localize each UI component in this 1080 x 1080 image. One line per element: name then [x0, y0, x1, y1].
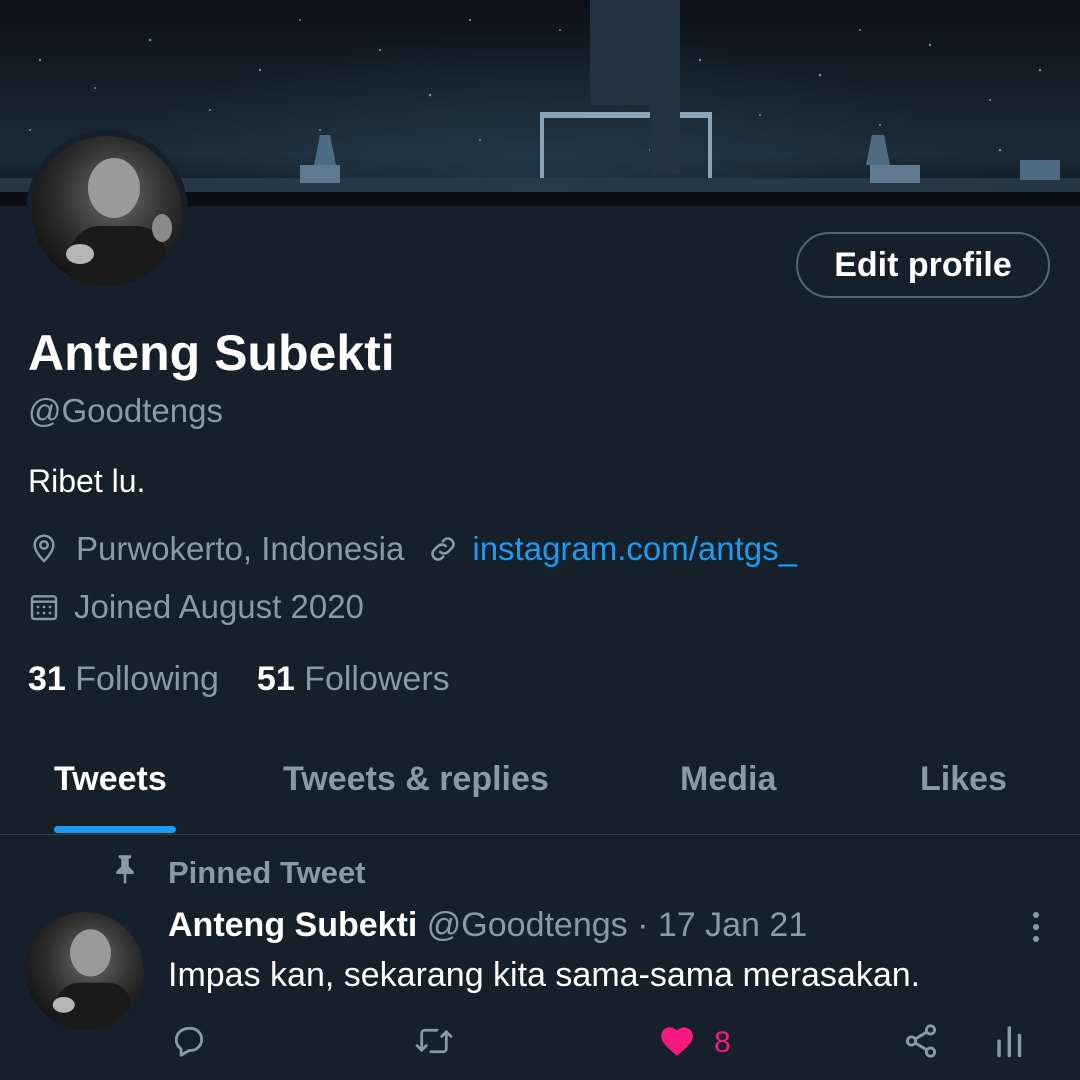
more-icon[interactable]: [1022, 910, 1050, 944]
share-icon: [902, 1022, 940, 1065]
location-icon: [28, 533, 60, 565]
following-link[interactable]: 31 Following: [28, 660, 219, 699]
profile-bio: Ribet lu.: [28, 463, 146, 499]
pinned-tweet-label-row: Pinned Tweet: [110, 852, 366, 894]
link-icon: [426, 532, 460, 566]
tweet-text: Impas kan, sekarang kita sama-sama meras…: [168, 956, 921, 994]
profile-tabs: Tweets Tweets & replies Media Likes: [0, 742, 1080, 835]
followers-label: Followers: [304, 660, 450, 698]
edit-profile-button[interactable]: Edit profile: [796, 232, 1050, 298]
analytics-button[interactable]: [994, 1022, 1024, 1065]
analytics-icon: [994, 1022, 1024, 1065]
profile-handle: @Goodtengs: [28, 392, 223, 429]
reply-button[interactable]: [170, 1022, 208, 1065]
tab-tweets-replies[interactable]: Tweets & replies: [283, 760, 549, 799]
followers-link[interactable]: 51 Followers: [257, 660, 450, 699]
profile-location: Purwokerto, Indonesia: [76, 530, 405, 567]
profile-joined-row: Joined August 2020: [28, 588, 364, 626]
followers-count: 51: [256, 660, 295, 698]
retweet-button[interactable]: [414, 1022, 454, 1065]
like-count: 8: [714, 1025, 731, 1059]
pinned-tweet-label: Pinned Tweet: [168, 855, 366, 890]
profile-stats: 31 Following 51 Followers: [28, 660, 450, 699]
profile-avatar[interactable]: [26, 130, 188, 292]
heart-icon: [658, 1022, 696, 1063]
following-count: 31: [28, 660, 66, 698]
tweet-handle-date[interactable]: @Goodtengs · 17 Jan 21: [427, 906, 807, 944]
calendar-icon: [28, 591, 60, 623]
like-button[interactable]: 8: [658, 1022, 731, 1063]
retweet-icon: [414, 1022, 454, 1065]
profile-meta-row: Purwokerto, Indonesia instagram.com/antg…: [28, 530, 797, 568]
tweet-author-name[interactable]: Anteng Subekti: [168, 906, 417, 944]
tab-tweets[interactable]: Tweets: [54, 760, 167, 799]
following-label: Following: [75, 660, 219, 698]
tab-media[interactable]: Media: [680, 760, 776, 799]
share-button[interactable]: [902, 1022, 940, 1065]
tab-likes[interactable]: Likes: [920, 760, 1007, 799]
tweet-avatar[interactable]: [26, 912, 144, 1030]
tweet-header: Anteng Subekti @Goodtengs · 17 Jan 21: [168, 906, 807, 945]
profile-joined-date: Joined August 2020: [74, 588, 364, 625]
pin-icon: [110, 852, 140, 894]
reply-icon: [170, 1022, 208, 1065]
active-tab-indicator: [54, 826, 176, 833]
profile-name: Anteng Subekti: [28, 325, 395, 381]
profile-website-link[interactable]: instagram.com/antgs_: [472, 530, 797, 568]
